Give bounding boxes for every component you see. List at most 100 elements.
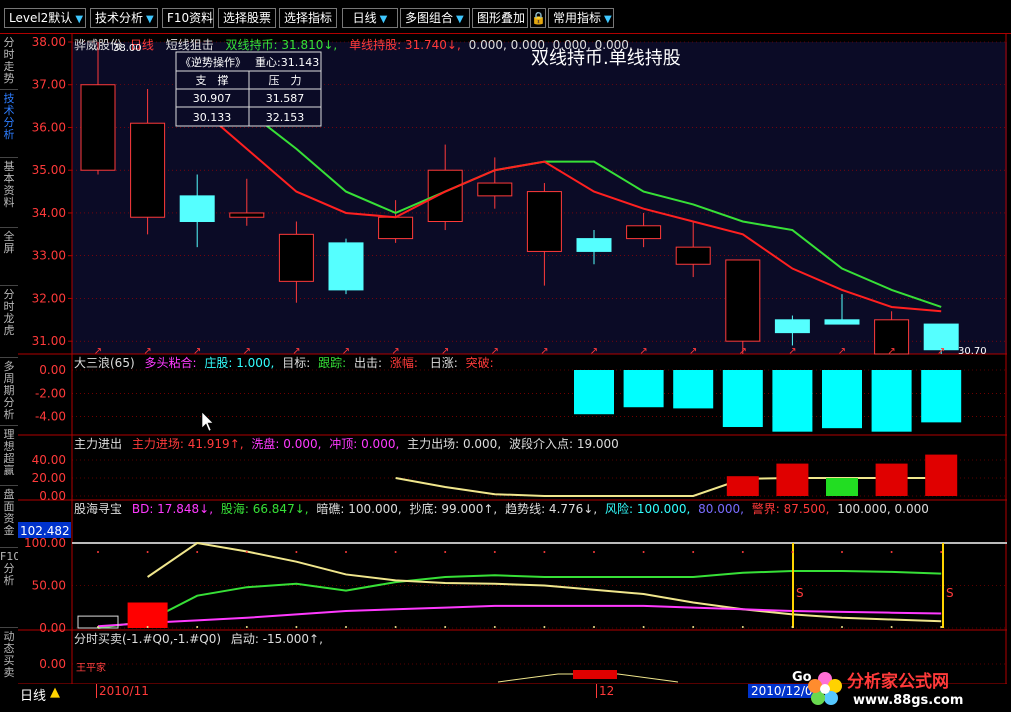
watermark: 分析家公式网 www.88gs.com bbox=[805, 667, 1005, 709]
wave-bar-13 bbox=[722, 370, 763, 428]
overlay-label: 图形叠加 bbox=[477, 11, 526, 25]
treasure-dot-top-8 bbox=[493, 551, 496, 553]
signal-arrow-icon-9: ↗ bbox=[540, 346, 548, 357]
treasure-dot-top-0 bbox=[97, 551, 99, 553]
candle-body-8 bbox=[477, 182, 513, 197]
treasure-dot-top-11 bbox=[642, 551, 645, 553]
support-2: 30.133 bbox=[193, 111, 232, 124]
treasure-dot-bottom-0 bbox=[97, 626, 99, 628]
price-tick-label-2: 36.00 bbox=[32, 120, 66, 134]
svg-text:大三浪(65) 多头粘合: 庄股: 1.00: 大三浪(65) 多头粘合: 庄股: 1.000, 目标: 跟踪: 出击: 涨幅:… bbox=[74, 355, 494, 370]
left-tab-4[interactable]: 分时龙虎 bbox=[0, 286, 18, 358]
treasure-extra: 100.000, 0.000 bbox=[837, 502, 929, 516]
select-stock-label: 选择股票 bbox=[223, 11, 272, 25]
warning-icon: ▲ bbox=[50, 685, 60, 700]
treasure-dot-bottom-13 bbox=[741, 626, 744, 628]
common-indicator-button[interactable]: 常用指标 ▼ bbox=[548, 8, 614, 28]
treasure-red-block bbox=[127, 602, 168, 628]
force-bar-17 bbox=[925, 454, 958, 496]
signal-arrow-icon-10: ↗ bbox=[590, 346, 598, 357]
wave-bar-16 bbox=[871, 370, 912, 432]
main-force-in: 主力进场: 41.919↑, bbox=[132, 437, 244, 451]
left-tab-1[interactable]: 技术分析 bbox=[0, 90, 18, 158]
single-line-value: 单线持股: 31.740↓, bbox=[349, 37, 461, 52]
treasure-dot-bottom-3 bbox=[245, 626, 248, 628]
wave-break-label: 突破: bbox=[466, 355, 494, 370]
treasure-dot-bottom-6 bbox=[394, 626, 397, 628]
wave-bar-17 bbox=[921, 370, 962, 423]
select-indicator-button[interactable]: 选择指标 bbox=[279, 8, 337, 28]
candle-body-4 bbox=[278, 233, 314, 282]
left-tab-3[interactable]: 全屏 bbox=[0, 228, 18, 286]
chart-banner: 双线持币.单线持股 bbox=[531, 48, 681, 69]
toolbar: Level2默认 ▼ 技术分析 ▼ F10资料 选择股票 选择指标 日线 ▼ 多图组合… bbox=[0, 0, 1011, 34]
treasure-dot-top-16 bbox=[890, 551, 893, 553]
force-bar-15 bbox=[826, 478, 858, 496]
treasure-dot-top-14 bbox=[791, 551, 794, 553]
signal-arrow-icon-17: ↗ bbox=[937, 346, 945, 357]
wave-bull-label: 多头粘合: bbox=[144, 355, 196, 370]
wave-bar-15 bbox=[822, 370, 862, 429]
left-tab-7[interactable]: 盘面资金 bbox=[0, 486, 18, 548]
level2-default-button[interactable]: Level2默认 ▼ bbox=[4, 8, 86, 28]
high-price-label: 38.00 bbox=[113, 43, 142, 54]
signal-arrow-icon-13: ↗ bbox=[739, 346, 747, 357]
chart-area[interactable]: 38.00 37.00 36.00 35.00 34.00 33.00 32.00 31.00… bbox=[18, 34, 1007, 685]
wave-tick-label-2: -4.00 bbox=[35, 410, 66, 424]
wave-target-label: 目标: bbox=[282, 356, 310, 370]
status-date-mid: 12 bbox=[596, 684, 614, 698]
price-tick-label-0: 38.00 bbox=[32, 35, 66, 49]
treasure-dot-top-10 bbox=[593, 551, 595, 553]
info-box: 《逆势操作》 重心:31.143 支 撑 压 力 30.907 31.587 3… bbox=[175, 51, 322, 127]
info-box-center: 重心:31.143 bbox=[255, 55, 319, 69]
candle-body-5 bbox=[328, 242, 364, 291]
wave-attack-label: 出击: bbox=[354, 356, 382, 370]
treasure-tick-label-0: 100.00 bbox=[24, 536, 66, 550]
select-stock-button[interactable]: 选择股票 bbox=[218, 8, 276, 28]
treasure-dot-bottom-14 bbox=[791, 626, 794, 628]
multi-chart-label: 多图组合 bbox=[405, 11, 454, 25]
wave-indicator-name: 大三浪(65) bbox=[74, 355, 135, 370]
main-force-name: 主力进出 bbox=[74, 437, 122, 451]
signal-arrow-icon-14: ↗ bbox=[788, 346, 796, 357]
period-button[interactable]: 日线 ▼ bbox=[342, 8, 398, 28]
treasure-dot-bottom-8 bbox=[493, 626, 496, 628]
price-tick-label-3: 35.00 bbox=[32, 163, 66, 177]
main-force-wash: 洗盘: 0.000, bbox=[251, 436, 321, 451]
tech-analysis-button[interactable]: 技术分析 ▼ bbox=[90, 8, 158, 28]
wave-tick-label-1: -2.00 bbox=[35, 386, 66, 400]
candle-body-15 bbox=[824, 319, 860, 325]
left-tab-2[interactable]: 基本资料 bbox=[0, 158, 18, 228]
left-tab-0[interactable]: 分时走势 bbox=[0, 34, 18, 90]
f10-button[interactable]: F10资料 bbox=[162, 8, 214, 28]
price-tick-label-7: 31.00 bbox=[32, 334, 66, 348]
treasure-dot-top-7 bbox=[444, 551, 447, 553]
resistance-2: 32.153 bbox=[266, 111, 305, 124]
main-force-entry: 波段介入点: 19.000 bbox=[509, 436, 619, 451]
force-bar-16 bbox=[875, 463, 908, 496]
candle-body-6 bbox=[378, 216, 414, 240]
left-tab-6[interactable]: 理想超赢 bbox=[0, 426, 18, 486]
signal-arrow-icon-16: ↗ bbox=[887, 346, 895, 357]
treasure-dot-top-2 bbox=[196, 551, 199, 553]
overlay-button[interactable]: 图形叠加 bbox=[472, 8, 528, 28]
force-bar-14 bbox=[776, 463, 809, 496]
watermark-name: 分析家公式网 bbox=[847, 671, 949, 692]
left-tab-5[interactable]: 多周期分析 bbox=[0, 358, 18, 426]
intraday-name: 分时买卖(-1.#Q0,-1.#Q0) bbox=[74, 632, 221, 646]
signal-arrow-icon-12: ↗ bbox=[689, 346, 697, 357]
info-box-title: 《逆势操作》 bbox=[180, 55, 246, 69]
wave-daily-label: 日涨: bbox=[430, 355, 458, 370]
candle-body-14 bbox=[774, 319, 810, 334]
resistance-header: 压 力 bbox=[269, 74, 302, 87]
lock-icon[interactable]: 🔒 bbox=[530, 8, 546, 28]
multi-chart-button[interactable]: 多图组合 ▼ bbox=[400, 8, 470, 28]
svg-text:分时买卖(-1.#Q0,-1.#Q0) 启动: -1: 分时买卖(-1.#Q0,-1.#Q0) 启动: -15.000↑, bbox=[74, 632, 323, 646]
force-tick-label-2: 0.00 bbox=[39, 489, 66, 503]
treasure-dot-bottom-15 bbox=[841, 626, 843, 628]
treasure-dot-bottom-5 bbox=[345, 626, 347, 628]
tech-analysis-label: 技术分析 bbox=[95, 11, 144, 25]
left-tab-8[interactable]: F10分析 bbox=[0, 548, 20, 628]
treasure-dot-top-3 bbox=[245, 551, 248, 553]
status-period: 日线 bbox=[20, 689, 47, 704]
